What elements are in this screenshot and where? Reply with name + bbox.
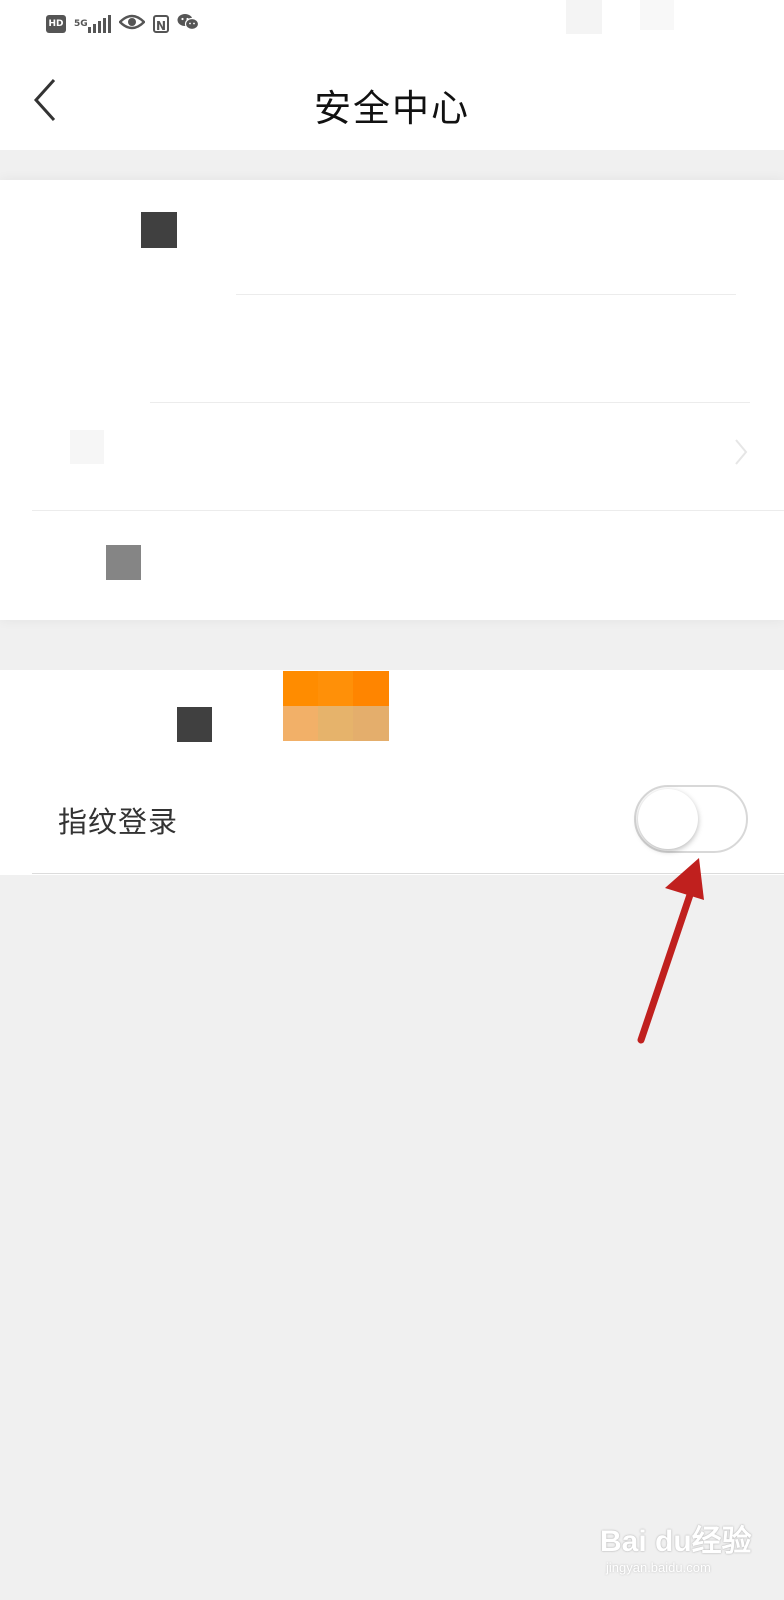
status-bar: HD 5G N bbox=[0, 0, 784, 48]
wechat-icon bbox=[177, 13, 200, 35]
orange-obscured-block bbox=[353, 671, 389, 706]
baidu-watermark: Bai du经验 jingyan.baidu.com bbox=[600, 1510, 760, 1590]
settings-row-obscured[interactable] bbox=[0, 294, 784, 402]
network-type-label: 5G bbox=[74, 18, 88, 29]
orange-obscured-block bbox=[318, 671, 353, 706]
orange-obscured-block bbox=[283, 671, 318, 706]
blurred-status-area bbox=[566, 0, 602, 34]
settings-row-obscured[interactable] bbox=[0, 402, 784, 510]
row-divider bbox=[32, 873, 784, 874]
settings-row-obscured[interactable] bbox=[0, 510, 784, 618]
obscured-text-block bbox=[106, 545, 141, 580]
orange-obscured-block bbox=[353, 706, 389, 741]
hd-icon: HD bbox=[46, 15, 66, 33]
fingerprint-login-label: 指纹登录 bbox=[58, 805, 179, 839]
eye-icon bbox=[118, 13, 146, 35]
orange-obscured-block bbox=[283, 706, 318, 741]
obscured-text-block bbox=[177, 707, 212, 742]
orange-obscured-block bbox=[318, 706, 353, 741]
settings-card-primary bbox=[0, 180, 784, 620]
chevron-right-icon bbox=[735, 439, 748, 465]
settings-row-obscured[interactable] bbox=[0, 670, 784, 765]
fingerprint-login-toggle[interactable] bbox=[634, 785, 748, 853]
nfc-icon: N bbox=[153, 15, 169, 33]
page-title: 安全中心 bbox=[314, 87, 470, 130]
blurred-status-area bbox=[640, 0, 674, 30]
watermark-url: jingyan.baidu.com bbox=[606, 1560, 711, 1575]
obscured-text-block bbox=[70, 430, 104, 464]
fingerprint-login-row: 指纹登录 bbox=[0, 765, 784, 873]
status-icons: HD 5G N bbox=[46, 12, 200, 36]
5g-signal-icon: 5G bbox=[74, 15, 111, 33]
settings-row-obscured[interactable] bbox=[0, 180, 784, 288]
watermark-logo-text: Bai du经验 bbox=[600, 1525, 752, 1558]
navigation-bar: 安全中心 bbox=[0, 48, 784, 150]
obscured-text-block bbox=[141, 212, 177, 248]
toggle-knob bbox=[638, 789, 698, 849]
